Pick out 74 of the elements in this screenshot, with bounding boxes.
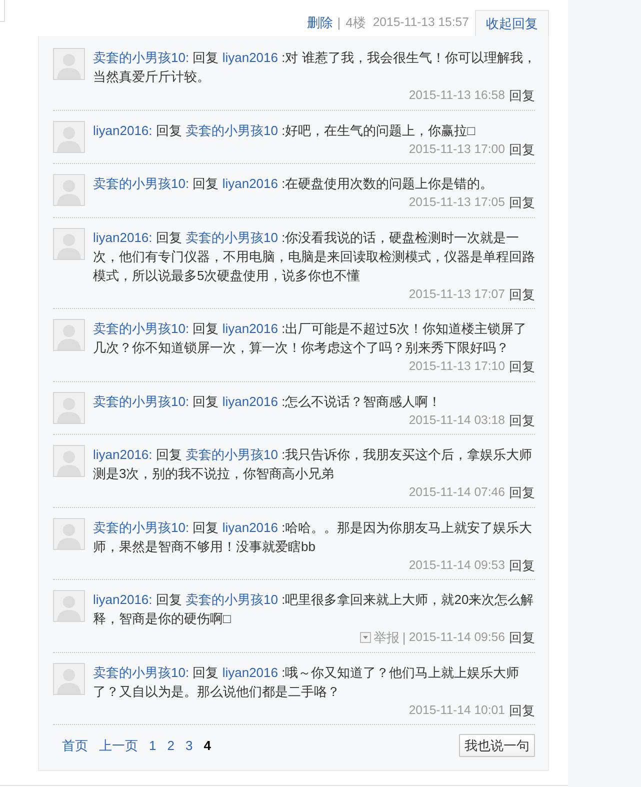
reply-text: 卖套的小男孩10: 回复 liyan2016 :哦～你又知道了？他们马上就上娱乐大师了？又自以为是。那么说他们都是二手咯？	[93, 664, 520, 700]
author-link[interactable]: 卖套的小男孩10:	[93, 520, 190, 534]
reply-link[interactable]: 回复	[509, 357, 535, 376]
reply-time: 2015-11-13 16:58	[408, 87, 505, 104]
reply-time: 2015-11-14 09:53	[408, 556, 505, 574]
reply-time: 2015-11-13 17:05	[408, 194, 505, 211]
mention-link[interactable]: liyan2016	[222, 664, 278, 680]
reply-link[interactable]: 回复	[509, 193, 535, 212]
author-link[interactable]: liyan2016:	[93, 122, 152, 138]
avatar-icon[interactable]	[53, 48, 85, 80]
reply-time: 2015-11-13 17:00	[408, 140, 505, 158]
author-link[interactable]: liyan2016:	[93, 230, 152, 244]
author-link[interactable]: liyan2016:	[93, 592, 152, 607]
author-link[interactable]: 卖套的小男孩10:	[93, 50, 190, 65]
reply-link[interactable]: 回复	[509, 86, 535, 105]
author-link[interactable]: 卖套的小男孩10:	[93, 394, 190, 408]
reply-link[interactable]: 回复	[509, 410, 535, 430]
mention-link[interactable]: 卖套的小男孩10	[186, 122, 278, 138]
avatar-icon[interactable]	[53, 445, 85, 477]
mention-link[interactable]: 卖套的小男孩10	[186, 230, 278, 244]
separator-text: |	[337, 14, 341, 32]
author-link[interactable]: 卖套的小男孩10:	[93, 321, 190, 336]
avatar-icon[interactable]	[53, 120, 85, 152]
reply-link[interactable]: 回复	[509, 483, 535, 502]
delete-link[interactable]: 删除	[307, 13, 334, 32]
mention-link[interactable]: liyan2016	[222, 321, 278, 336]
page-link[interactable]: 3	[185, 736, 193, 755]
reply-time: 2015-11-14 03:18	[408, 412, 505, 428]
reply-link[interactable]: 回复	[509, 628, 535, 647]
mention-link[interactable]: 卖套的小男孩10	[186, 447, 278, 462]
mention-link[interactable]: liyan2016	[222, 176, 278, 191]
reply-text: 卖套的小男孩10: 回复 liyan2016 :出厂可能是不超过5次！你知道楼主锁屏了几次？你不知道锁屏一次，算一次！你考虑这个了吗？别来秀下限好吗？	[93, 320, 528, 357]
current-page: 4	[204, 737, 211, 755]
mention-link[interactable]: liyan2016	[222, 520, 278, 534]
reply-text: 卖套的小男孩10: 回复 liyan2016 :对 谁惹了我，我会很生气！你可以理解我，当然真爱斤斤计较。	[93, 49, 537, 86]
avatar-icon[interactable]	[53, 228, 85, 260]
reply-time: 2015-11-13 17:10	[408, 358, 505, 375]
reply-text: 卖套的小男孩10: 回复 liyan2016 :在硬盘使用次数的问题上你是错的。	[93, 175, 494, 193]
author-link[interactable]: liyan2016:	[93, 447, 152, 462]
page-link[interactable]: 上一页	[99, 736, 138, 755]
reply-text: 卖套的小男孩10: 回复 liyan2016 :怎么不说话？智商感人啊！	[93, 392, 442, 410]
reply-link[interactable]: 回复	[509, 284, 535, 304]
post-reply-button[interactable]: 我也说一句	[459, 734, 535, 757]
reply-text: 卖套的小男孩10: 回复 liyan2016 :哈哈。。那是因为你朋友马上就安了娱乐大师，果然是智商不够用！没事就爱瞎bb	[93, 518, 534, 556]
avatar-icon[interactable]	[53, 392, 85, 424]
reply-text: liyan2016: 回复 卖套的小男孩10 :吧里很多拿回来就上大师，就20来次怎么解释，智商是你的硬伤啊□	[93, 591, 535, 628]
page-link[interactable]: 首页	[62, 736, 88, 755]
reply-time: 2015-11-13 17:07	[408, 286, 505, 302]
avatar-icon[interactable]	[53, 518, 85, 550]
mention-link[interactable]: liyan2016	[222, 50, 278, 65]
reply-text: liyan2016: 回复 卖套的小男孩10 :我只告诉你，我朋友买这个后，拿娱乐大师测是3次，别的我不说拉，你智商高小兄弟	[93, 446, 534, 483]
post-time: 2015-11-13 15:57	[372, 14, 469, 31]
page-link[interactable]: 1	[149, 736, 156, 755]
avatar-icon[interactable]	[53, 319, 85, 351]
mention-link[interactable]: liyan2016	[222, 394, 278, 408]
reply-time: 2015-11-14 10:01	[408, 702, 505, 718]
author-link[interactable]: 卖套的小男孩10:	[93, 176, 190, 191]
mention-link[interactable]: 卖套的小男孩10	[186, 592, 278, 607]
collapse-replies-tab[interactable]: 收起回复	[475, 10, 549, 36]
reply-time: 2015-11-14 07:46	[408, 484, 505, 501]
reply-text: liyan2016: 回复 卖套的小男孩10 :好吧，在生气的问题上，你赢拉□	[93, 122, 476, 140]
reply-link[interactable]: 回复	[509, 140, 535, 158]
floor-number: 4楼	[346, 14, 366, 32]
reply-time: 2015-11-14 09:56	[408, 629, 505, 646]
page-link[interactable]: 2	[167, 736, 174, 755]
reply-link[interactable]: 回复	[509, 700, 535, 720]
reply-link[interactable]: 回复	[509, 556, 535, 574]
dropdown-caret-icon[interactable]	[360, 632, 372, 643]
avatar-icon[interactable]	[53, 590, 85, 622]
avatar-icon[interactable]	[53, 662, 85, 694]
avatar-icon[interactable]	[53, 174, 85, 206]
author-link[interactable]: 卖套的小男孩10:	[93, 664, 190, 680]
reply-text: liyan2016: 回复 卖套的小男孩10 :你没看我说的话，硬盘检测时一次就是一次，他们有专门仪器，不用电脑，电脑是来回读取检测模式，仪器是单程回路模式，所以说最多5次硬盘使用，说多你也不懂	[93, 228, 536, 284]
separator-text: |	[402, 629, 406, 647]
